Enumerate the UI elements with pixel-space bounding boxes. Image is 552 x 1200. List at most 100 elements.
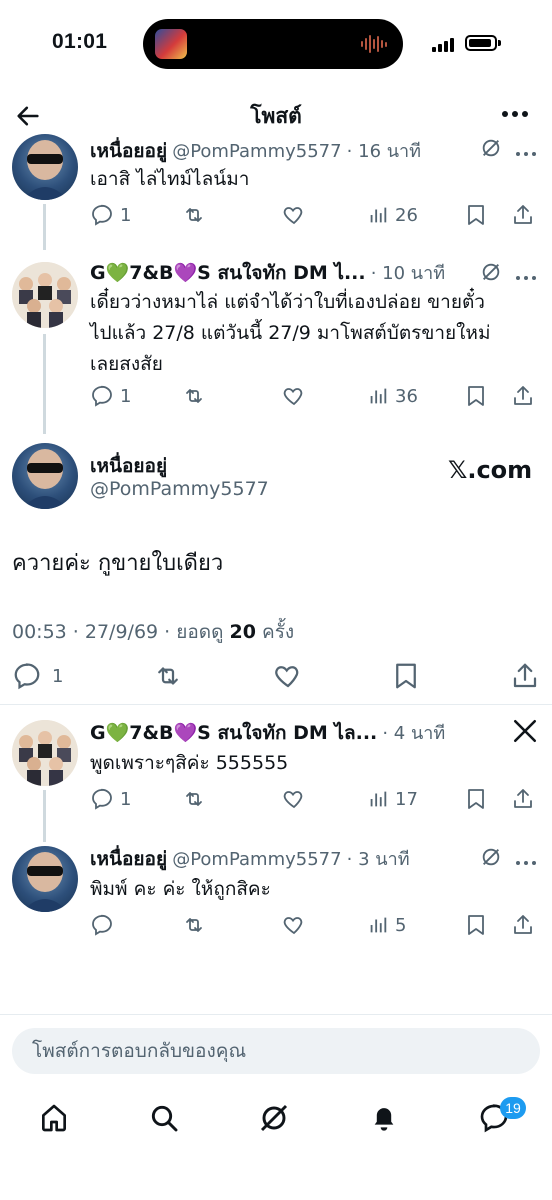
tweet-text: พูดเพราะๆสิค่ะ 555555 [90,752,289,774]
author-name[interactable]: G💚7&B💜S สนใจทัก DM ไล... [90,722,377,744]
grok-nav-icon[interactable] [258,1102,290,1138]
reply-count: 1 [52,665,64,687]
avatar[interactable] [12,720,78,786]
tweet-actions: 5 [90,913,540,937]
reply-count: 1 [120,204,132,226]
tweet-actions: 1 26 [90,203,540,227]
author-name[interactable]: เหนื่อยอยู่ [90,140,167,162]
bookmark-button[interactable] [392,661,420,691]
more-options-icon[interactable] [500,104,530,128]
tweet-text: เดี๋ยวว่างหมาไล่ แต่จำได้ว่าใบที่เองปล่อ… [90,287,490,380]
reply-count: 1 [120,788,132,810]
tweet-header: G💚7&B💜S สนใจทัก DM ไล... · 4 นาที [90,718,445,748]
views-number: 20 [229,621,256,643]
tweet-text: เอาสิ ไล่ไทม์ไลน์มา [90,168,250,190]
repost-button[interactable] [153,661,183,691]
timestamp-text: 00:53 · 27/9/69 · ยอดดู [12,621,224,643]
post-time: · 16 นาที [346,141,422,162]
like-button[interactable] [282,787,367,811]
reply-button[interactable]: 1 [90,203,182,227]
main-post-actions: 1 [12,661,540,691]
author-handle[interactable]: @PomPammy5577 [90,478,269,500]
like-button[interactable] [273,661,303,691]
tweet-text: พิมพ์ คะ ค่ะ ให้ถูกสิคะ [90,878,271,900]
share-button[interactable] [511,384,535,408]
more-icon[interactable] [514,852,538,871]
bookmark-button[interactable] [465,913,511,937]
divider [0,704,552,705]
repost-button[interactable] [182,787,282,811]
signal-icon [432,38,454,52]
app-icon [155,29,187,59]
share-button[interactable] [510,661,540,691]
author-name[interactable]: G💚7&B💜S สนใจทัก DM ไ... [90,262,366,284]
post-time: · 10 นาที [370,263,446,284]
like-button[interactable] [282,913,367,937]
post-time: · 4 นาที [382,723,446,744]
author-name[interactable]: เหนื่อยอยู่ [90,451,167,481]
x-logo-icon[interactable] [512,718,538,748]
view-count: 17 [395,788,418,810]
avatar[interactable] [12,846,78,912]
post-time: · 3 นาที [346,849,410,870]
more-icon[interactable] [514,267,538,286]
repost-button[interactable] [182,203,282,227]
dynamic-island [143,19,403,69]
reply-count: 1 [120,385,132,407]
more-icon[interactable] [514,143,538,162]
like-button[interactable] [282,203,367,227]
messages-badge: 19 [500,1097,526,1119]
share-button[interactable] [511,787,535,811]
x-watermark: 𝕏.com [448,456,533,484]
views-button[interactable]: 5 [367,913,465,937]
reply-input[interactable]: โพสต์การตอบกลับของคุณ [12,1028,540,1074]
views-button[interactable]: 17 [367,787,465,811]
share-button[interactable] [511,203,535,227]
avatar[interactable] [12,443,78,509]
reply-button[interactable]: 1 [90,384,182,408]
bookmark-button[interactable] [465,203,511,227]
views-button[interactable]: 36 [367,384,465,408]
thread-line [43,334,46,434]
tweet-text-line: เดี๋ยวว่างหมาไล่ แต่จำได้ว่าใบที่เองปล่อ… [90,291,485,313]
notifications-icon[interactable] [368,1102,400,1138]
grok-icon[interactable] [480,846,502,872]
battery-tip [498,40,501,46]
battery-icon [465,35,497,51]
tweet-text-line: เลยสงสัย [90,353,163,375]
grok-icon[interactable] [480,137,502,163]
avatar[interactable] [12,262,78,328]
thread-line [43,204,46,250]
avatar[interactable] [12,134,78,200]
reply-button[interactable]: 1 [90,787,182,811]
views-button[interactable]: 26 [367,203,465,227]
reply-button[interactable]: 1 [12,661,63,691]
page-title: โพสต์ [250,104,302,128]
home-icon[interactable] [38,1102,70,1138]
views-suffix: ครั้ง [262,621,295,643]
divider [0,1014,552,1015]
share-button[interactable] [511,913,535,937]
tweet-text-line: ไปแล้ว 27/8 แต่วันนี้ 27/9 มาโพสต์บัตรขา… [90,322,491,344]
tweet-actions: 1 17 [90,787,540,811]
tweet-header: G💚7&B💜S สนใจทัก DM ไ... · 10 นาที [90,258,445,288]
bookmark-button[interactable] [465,384,511,408]
status-time: 01:01 [52,30,108,53]
repost-button[interactable] [182,384,282,408]
like-button[interactable] [282,384,367,408]
view-count: 5 [395,914,407,936]
audio-wave-icon [361,34,387,54]
author-handle[interactable]: @PomPammy5577 [172,849,341,870]
reply-button[interactable] [90,913,182,937]
repost-button[interactable] [182,913,282,937]
thread-line [43,790,46,842]
view-count: 26 [395,204,418,226]
post-timestamp: 00:53 · 27/9/69 · ยอดดู 20 ครั้ง [12,617,294,647]
grok-icon[interactable] [480,261,502,287]
bookmark-button[interactable] [465,787,511,811]
author-name[interactable]: เหนื่อยอยู่ [90,848,167,870]
main-post-text: ควายค่ะ กูขายใบเดียว [12,551,224,576]
search-icon[interactable] [148,1102,180,1138]
tweet-header: เหนื่อยอยู่ @PomPammy5577 · 3 นาที [90,844,410,874]
author-handle[interactable]: @PomPammy5577 [172,141,341,162]
